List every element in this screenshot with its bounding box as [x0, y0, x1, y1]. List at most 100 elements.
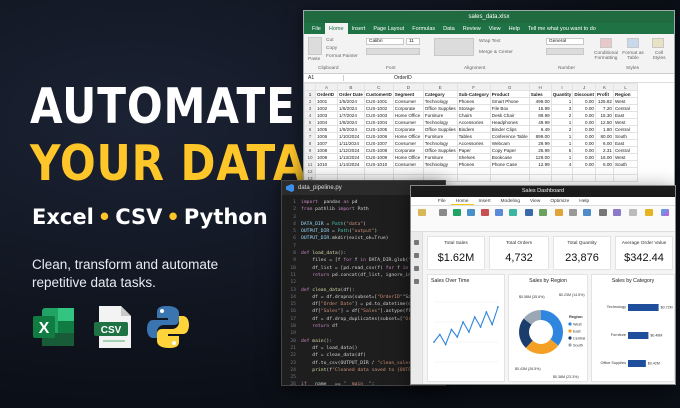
cell[interactable]: Accessories [456, 139, 491, 147]
row-number[interactable]: 8 [304, 139, 316, 147]
cell[interactable]: 499.00 [528, 97, 552, 105]
cell[interactable] [363, 167, 394, 175]
cell[interactable]: Home Office [392, 132, 424, 140]
cell[interactable]: Technology [422, 160, 458, 168]
publish-tool-icon[interactable] [643, 209, 654, 217]
cell[interactable]: File Box [489, 104, 530, 112]
cell[interactable]: 1001 [315, 97, 338, 105]
number-format-select[interactable]: General [546, 38, 584, 45]
row-number[interactable]: 5 [304, 118, 316, 126]
get-data-tool-icon[interactable] [437, 209, 448, 217]
cell[interactable]: CUS-1005 [363, 125, 394, 133]
cell[interactable]: Central [612, 146, 638, 154]
header-cell[interactable]: Discount [572, 90, 596, 98]
cell[interactable]: Office Supplies [422, 104, 458, 112]
header-cell[interactable]: CustomerID [363, 90, 394, 98]
cell[interactable]: 6.00 [594, 160, 614, 168]
cell[interactable]: CUS-1001 [363, 97, 394, 105]
cell[interactable]: Furniture [422, 132, 458, 140]
cell[interactable]: Corporate [392, 146, 424, 154]
cell[interactable] [612, 167, 638, 175]
font-style-buttons[interactable] [366, 48, 420, 55]
cell[interactable]: 1/6/2024 [337, 104, 365, 112]
column-header[interactable]: K [594, 83, 614, 91]
paste-tool-icon[interactable] [416, 209, 427, 217]
report-view-icon[interactable] [414, 240, 419, 245]
cell[interactable]: Smart Phone [489, 97, 530, 105]
cell[interactable]: 15.99 [528, 104, 552, 112]
cell[interactable]: 1/11/2024 [337, 139, 365, 147]
excel-tab[interactable]: Data [439, 23, 459, 34]
excel-tab[interactable]: Review [459, 23, 485, 34]
excel-tab[interactable]: Help [505, 23, 524, 34]
cell[interactable] [456, 167, 491, 175]
cell[interactable]: Technology [422, 139, 458, 147]
cell[interactable]: 1004 [315, 118, 338, 126]
cell[interactable]: 1 [550, 132, 574, 140]
excel-tab[interactable]: Tell me what you want to do [524, 23, 600, 34]
column-header[interactable]: E [422, 83, 458, 91]
cell[interactable]: 1/10/2024 [337, 132, 365, 140]
row-number[interactable]: 4 [304, 111, 316, 119]
cell[interactable]: Consumer [392, 139, 424, 147]
cell[interactable]: 0.00 [572, 160, 596, 168]
row-number[interactable]: 12 [304, 167, 316, 175]
cell[interactable]: 125.82 [594, 97, 614, 105]
cell[interactable]: Chairs [456, 111, 491, 119]
cell[interactable]: 1/8/2024 [337, 118, 365, 126]
column-header[interactable] [304, 83, 316, 91]
onelake-tool-icon[interactable] [465, 209, 476, 217]
cell[interactable]: Bookcase [489, 153, 530, 161]
column-header[interactable]: J [572, 83, 596, 91]
cell[interactable]: 1007 [315, 139, 338, 147]
cell[interactable]: Office Supplies [422, 146, 458, 154]
cell[interactable]: Central [612, 104, 638, 112]
header-cell[interactable]: Product [489, 90, 530, 98]
cell[interactable]: Tables [456, 132, 491, 140]
cell[interactable]: 2.31 [594, 146, 614, 154]
cell[interactable]: CUS-1007 [363, 139, 394, 147]
more-visuals-tool-icon[interactable] [581, 209, 592, 217]
row-number[interactable]: 7 [304, 132, 316, 140]
quick-measure-tool-icon[interactable] [611, 209, 622, 217]
cell[interactable]: West [612, 118, 638, 126]
row-number[interactable]: 3 [304, 104, 316, 112]
powerbi-tab[interactable]: Help [574, 197, 594, 205]
cell[interactable]: CUS-1006 [363, 132, 394, 140]
header-cell[interactable]: Quantity [550, 90, 574, 98]
new-visual-tool-icon[interactable] [553, 209, 564, 217]
powerbi-tab[interactable]: View [525, 197, 545, 205]
cell[interactable]: East [612, 139, 638, 147]
cell[interactable]: 1/9/2024 [337, 125, 365, 133]
cell[interactable]: 25.99 [528, 146, 552, 154]
copilot-tool-icon[interactable] [659, 209, 670, 217]
sql-server-tool-icon[interactable] [479, 209, 490, 217]
dax-view-icon[interactable] [414, 279, 419, 284]
cell[interactable] [456, 174, 491, 182]
font-size-select[interactable]: 11 [406, 38, 420, 45]
cell[interactable]: 1010 [315, 160, 338, 168]
header-cell[interactable]: Region [612, 90, 638, 98]
cell[interactable]: 899.00 [528, 132, 552, 140]
cell[interactable]: Shelves [456, 153, 491, 161]
column-header[interactable]: B [337, 83, 365, 91]
bar-chart-panel[interactable]: Sales by Category Technology $0.72M Furnit… [591, 274, 675, 382]
cell[interactable]: Phones [456, 160, 491, 168]
cell[interactable] [315, 167, 338, 175]
row-number[interactable]: 1 [304, 90, 316, 98]
excel-tab[interactable]: Formulas [408, 23, 439, 34]
row-number[interactable]: 9 [304, 146, 316, 154]
cell[interactable]: East [612, 111, 638, 119]
refresh-tool-icon[interactable] [537, 209, 548, 217]
cell[interactable]: Corporate [392, 104, 424, 112]
cell[interactable]: 0.00 [572, 146, 596, 154]
formula-input[interactable]: OrderID [344, 75, 412, 81]
column-header[interactable]: H [528, 83, 552, 91]
cell[interactable]: Technology [422, 118, 458, 126]
cell[interactable]: 0.00 [572, 132, 596, 140]
cell[interactable]: CUS-1003 [363, 111, 394, 119]
cell[interactable] [337, 167, 365, 175]
cell[interactable]: Furniture [422, 153, 458, 161]
conditional-formatting-button[interactable] [600, 38, 612, 48]
column-header[interactable]: A [315, 83, 338, 91]
